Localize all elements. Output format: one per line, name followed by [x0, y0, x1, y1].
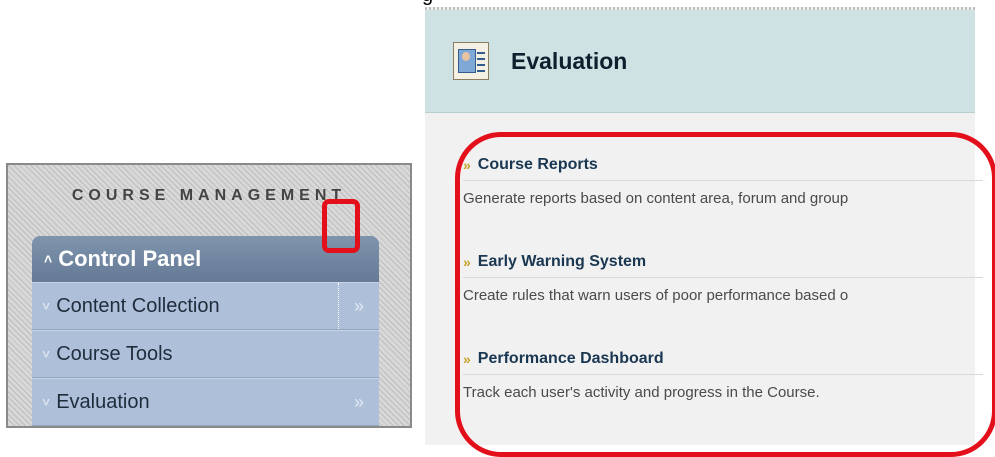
menu-item-label: Evaluation: [56, 390, 150, 413]
highlight-box-evaluation-arrow: [322, 199, 360, 253]
evaluation-header: Evaluation: [425, 10, 975, 113]
menu-item-content-collection[interactable]: ˅ Content Collection »: [32, 282, 379, 330]
control-panel-label: Control Panel: [58, 246, 202, 271]
expand-arrow-icon[interactable]: »: [339, 379, 379, 425]
chevron-down-icon: ˅: [42, 394, 51, 410]
menu-item-label: Course Tools: [56, 342, 173, 365]
highlight-box-evaluation-tools: [455, 132, 995, 457]
menu-item-label: Content Collection: [56, 294, 220, 317]
chevron-up-icon: ˄: [44, 251, 53, 267]
control-panel-menu: ˄ Control Panel ˅ Content Collection » ˅…: [32, 236, 379, 426]
evaluation-icon: [453, 42, 489, 80]
chevron-down-icon: ˅: [42, 346, 51, 362]
expand-arrow-icon[interactable]: »: [338, 283, 379, 329]
chevron-down-icon: ˅: [42, 298, 51, 314]
cropped-caption: g: [422, 0, 433, 7]
menu-item-course-tools[interactable]: ˅ Course Tools: [32, 330, 379, 378]
page-title: Evaluation: [511, 47, 628, 74]
menu-item-evaluation[interactable]: ˅ Evaluation »: [32, 378, 379, 426]
